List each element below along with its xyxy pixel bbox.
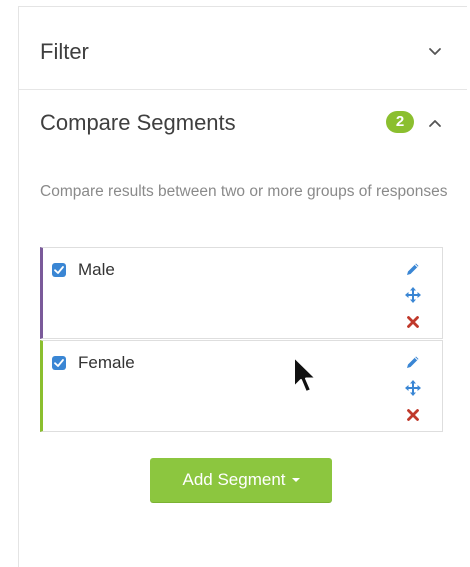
- mouse-cursor-icon: [292, 355, 320, 397]
- segment-label: Female: [78, 353, 135, 372]
- add-segment-button[interactable]: Add Segment: [150, 458, 332, 502]
- filter-section-header[interactable]: Filter: [19, 7, 467, 90]
- add-segment-label: Add Segment: [182, 470, 286, 489]
- segment-item-male: Male: [40, 247, 443, 339]
- segment-count-badge: 2: [386, 111, 414, 133]
- segment-item-female: Female: [40, 340, 443, 432]
- move-icon[interactable]: [405, 287, 421, 303]
- segment-checkbox[interactable]: [52, 356, 66, 370]
- segment-label: Male: [78, 260, 115, 279]
- chevron-up-icon[interactable]: [427, 115, 443, 131]
- pencil-icon[interactable]: [405, 354, 421, 370]
- delete-icon[interactable]: [405, 314, 421, 330]
- pencil-icon[interactable]: [405, 261, 421, 277]
- filter-title: Filter: [40, 39, 89, 64]
- delete-icon[interactable]: [405, 407, 421, 423]
- segment-checkbox[interactable]: [52, 263, 66, 277]
- compare-segments-description: Compare results between two or more grou…: [40, 183, 448, 200]
- compare-segments-title[interactable]: Compare Segments: [40, 110, 236, 136]
- caret-down-icon: [291, 477, 300, 482]
- chevron-down-icon[interactable]: [427, 43, 443, 59]
- move-icon[interactable]: [405, 380, 421, 396]
